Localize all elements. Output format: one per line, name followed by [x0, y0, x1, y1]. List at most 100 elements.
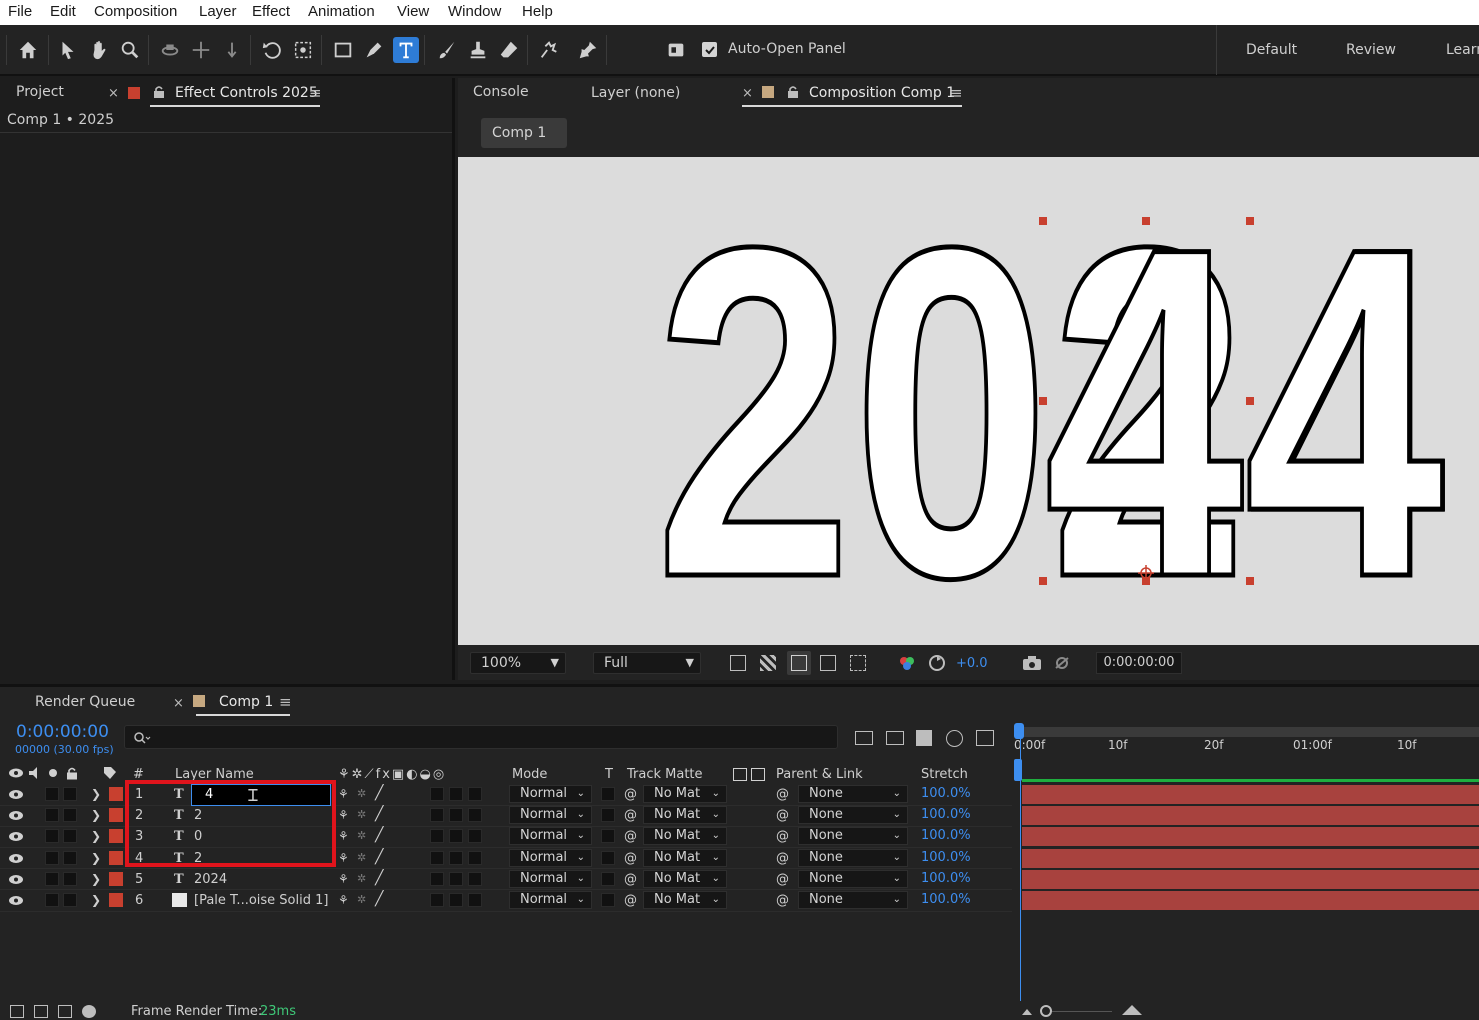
shy-switch-icon[interactable]: ⚘: [338, 808, 349, 822]
comp-chip[interactable]: Comp 1: [481, 118, 567, 148]
graph-editor-icon[interactable]: [976, 730, 994, 746]
visibility-eye-icon[interactable]: [8, 853, 24, 864]
composition-mini-flowchart-icon[interactable]: [855, 731, 873, 745]
pen-tool-icon[interactable]: [361, 37, 387, 63]
collapse-switch-icon[interactable]: ✲: [357, 851, 366, 864]
close-icon[interactable]: ×: [108, 86, 119, 101]
parent-pickwhip-icon[interactable]: @: [776, 872, 789, 887]
expand-chevron-icon[interactable]: ❯: [91, 808, 101, 822]
parent-dropdown[interactable]: None ⌄: [798, 869, 908, 888]
preserve-transparency-toggle[interactable]: [601, 787, 615, 801]
reset-exposure-icon[interactable]: [928, 654, 946, 672]
brush-tool-icon[interactable]: [434, 37, 460, 63]
frame-blend-switch[interactable]: [449, 808, 463, 823]
shy-switch-icon[interactable]: ⚘: [338, 829, 349, 843]
zoom-tool-icon[interactable]: [117, 37, 143, 63]
track-matte-dropdown[interactable]: No Mat ⌄: [643, 785, 727, 803]
effects-switch[interactable]: [430, 871, 444, 886]
region-of-interest-icon[interactable]: [820, 655, 836, 671]
grid-guides-icon[interactable]: [850, 655, 866, 671]
composition-viewer[interactable]: 2024 44: [458, 157, 1479, 645]
collapse-switch-icon[interactable]: ✲: [357, 787, 366, 800]
zoom-slider-knob[interactable]: [1040, 1005, 1052, 1017]
puppet-pin-tool-icon[interactable]: [575, 37, 601, 63]
layer-label-color[interactable]: [109, 871, 123, 886]
panel-toggle-icon[interactable]: [663, 37, 689, 63]
expand-chevron-icon[interactable]: ❯: [91, 787, 101, 801]
orbit-camera-icon[interactable]: [157, 37, 183, 63]
visibility-eye-icon[interactable]: [8, 895, 24, 906]
visibility-eye-icon[interactable]: [8, 874, 24, 885]
layer-label-color[interactable]: [109, 787, 123, 801]
preserve-transparency-toggle[interactable]: [601, 893, 615, 907]
lock-toggle[interactable]: [63, 829, 77, 844]
menu-window[interactable]: Window: [448, 3, 501, 20]
parent-pickwhip-icon[interactable]: @: [776, 808, 789, 823]
parent-pickwhip-icon[interactable]: @: [776, 893, 789, 908]
effects-switch[interactable]: [430, 850, 444, 865]
solo-toggle[interactable]: [45, 871, 59, 886]
zoom-dropdown[interactable]: 100% ▼: [470, 652, 566, 674]
layer-switches-toggle-icon[interactable]: [10, 1005, 24, 1018]
tab-render-queue[interactable]: Render Queue: [35, 694, 135, 710]
current-time-display[interactable]: 0:00:00:00: [1096, 652, 1182, 674]
blend-mode-dropdown[interactable]: Normal ⌄: [509, 848, 592, 867]
solo-toggle[interactable]: [45, 808, 59, 823]
layer-row[interactable]: ❯ 6 [Pale T...oise Solid 1] ⚘ ✲ ╱ Normal…: [0, 890, 1012, 911]
visibility-eye-icon[interactable]: [8, 810, 24, 821]
stretch-value[interactable]: 100.0%: [921, 786, 971, 801]
lock-toggle[interactable]: [63, 850, 77, 865]
transparency-grid-icon[interactable]: [760, 655, 776, 671]
solo-toggle[interactable]: [45, 850, 59, 865]
track-matte-dropdown[interactable]: No Mat ⌄: [643, 806, 727, 825]
menu-file[interactable]: File: [8, 3, 32, 20]
panel-menu-icon[interactable]: ≡: [279, 693, 292, 711]
in-out-toggle-icon[interactable]: [58, 1005, 72, 1018]
resolution-dropdown[interactable]: Full ▼: [593, 652, 701, 674]
expand-chevron-icon[interactable]: ❯: [91, 893, 101, 907]
layer-label-color[interactable]: [109, 808, 123, 823]
lock-icon[interactable]: [787, 85, 799, 98]
work-area-start-handle[interactable]: [1014, 723, 1024, 739]
show-snapshot-icon[interactable]: [1052, 655, 1072, 671]
matte-pickwhip-icon[interactable]: @: [624, 808, 637, 823]
frame-blend-switch[interactable]: [449, 829, 463, 844]
shy-switch-icon[interactable]: ⚘: [338, 872, 349, 886]
expand-chevron-icon[interactable]: ❯: [91, 872, 101, 886]
shy-switch-icon[interactable]: ⚘: [338, 851, 349, 865]
quality-switch-icon[interactable]: ╱: [375, 891, 383, 907]
track-matte-dropdown[interactable]: No Mat ⌄: [643, 848, 727, 867]
transfer-controls-toggle-icon[interactable]: [34, 1005, 48, 1018]
matte-pickwhip-icon[interactable]: @: [624, 851, 637, 866]
work-area-bar[interactable]: [1018, 727, 1479, 737]
layer-duration-bar[interactable]: [1022, 827, 1479, 847]
matte-pickwhip-icon[interactable]: @: [624, 787, 637, 802]
blend-mode-dropdown[interactable]: Normal ⌄: [509, 827, 592, 846]
matte-pickwhip-icon[interactable]: @: [624, 893, 637, 908]
menu-animation[interactable]: Animation: [308, 3, 375, 20]
search-input[interactable]: [124, 725, 838, 749]
type-tool-icon[interactable]: [393, 37, 419, 63]
layer-duration-bar[interactable]: [1022, 785, 1479, 804]
motion-blur-switch[interactable]: [468, 808, 482, 823]
motion-blur-switch[interactable]: [468, 829, 482, 844]
blend-mode-dropdown[interactable]: Normal ⌄: [509, 806, 592, 825]
tab-console[interactable]: Console: [473, 84, 529, 100]
menu-effect[interactable]: Effect: [252, 3, 290, 20]
shy-switch-icon[interactable]: ⚘: [338, 893, 349, 907]
effects-switch[interactable]: [430, 829, 444, 844]
preserve-transparency-toggle[interactable]: [601, 871, 615, 886]
zoom-in-icon[interactable]: [1122, 1005, 1142, 1015]
rotate-tool-icon[interactable]: [259, 37, 285, 63]
tab-comp-1[interactable]: Comp 1: [219, 694, 273, 710]
auto-open-panel-checkbox[interactable]: [702, 42, 717, 57]
motion-blur-switch[interactable]: [468, 787, 482, 801]
lock-toggle[interactable]: [63, 787, 77, 801]
render-time-toggle-icon[interactable]: [82, 1005, 96, 1018]
motion-blur-switch[interactable]: [468, 850, 482, 865]
layer-duration-bar[interactable]: [1022, 869, 1479, 889]
motion-blur-switch[interactable]: [468, 893, 482, 907]
quality-switch-icon[interactable]: ╱: [375, 785, 383, 801]
workspace-learn[interactable]: Learn: [1446, 42, 1479, 58]
lock-toggle[interactable]: [63, 808, 77, 823]
